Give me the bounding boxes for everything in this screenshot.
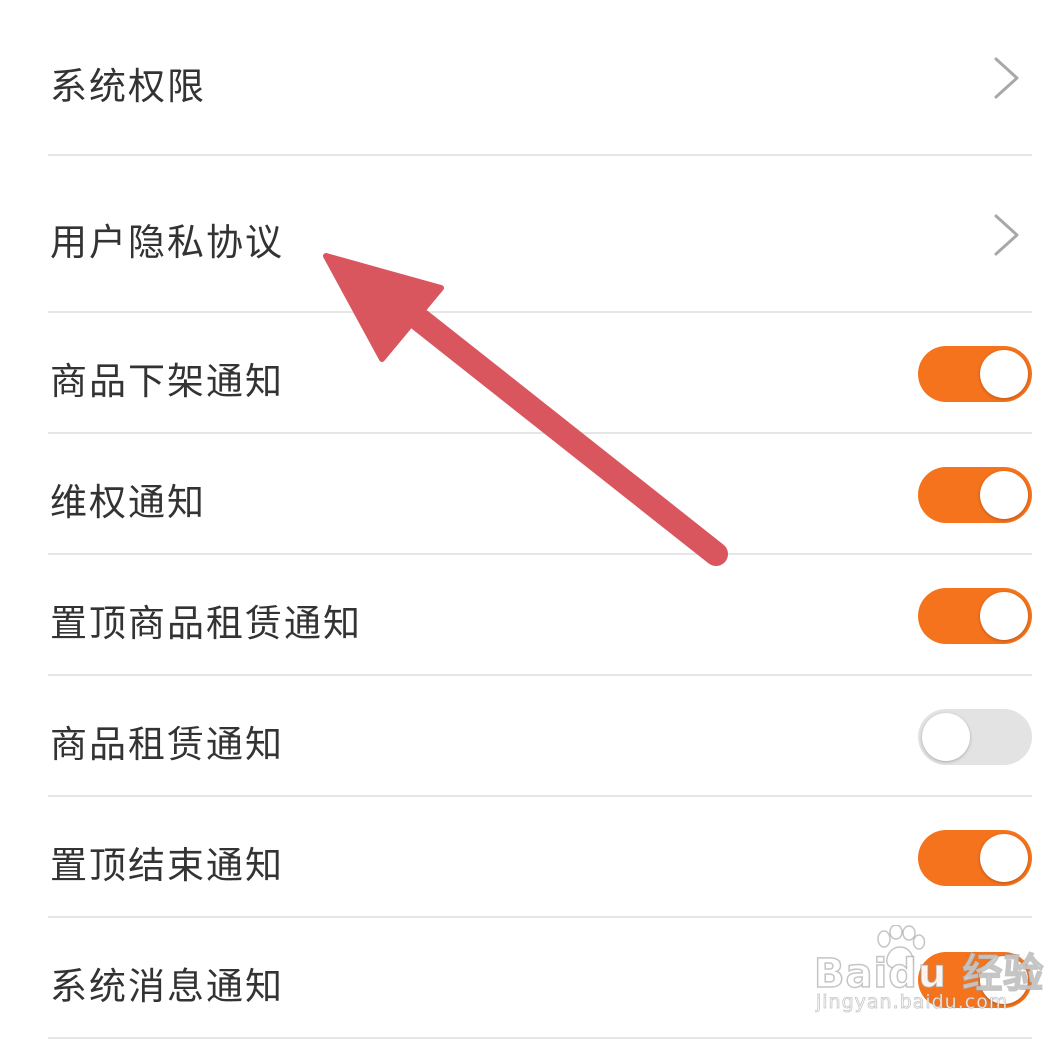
settings-row-label: 商品租赁通知	[50, 723, 284, 766]
toggle-knob	[922, 713, 970, 761]
chevron-right-icon	[994, 57, 1019, 99]
settings-row-label: 置顶结束通知	[50, 844, 284, 887]
toggle-knob	[980, 956, 1028, 1004]
settings-row-label: 系统权限	[50, 65, 206, 108]
settings-row-privacy-agreement[interactable]: 用户隐私协议	[48, 156, 1032, 313]
settings-row-rental-notice: 商品租赁通知	[48, 676, 1032, 797]
toggle-knob	[980, 834, 1028, 882]
rental-notice-toggle[interactable]	[918, 709, 1032, 765]
settings-row-delisting-notice: 商品下架通知	[48, 313, 1032, 434]
rights-protection-notice-toggle[interactable]	[918, 467, 1032, 523]
settings-row-system-permissions[interactable]: 系统权限	[48, 0, 1032, 156]
settings-row-rights-protection-notice: 维权通知	[48, 434, 1032, 555]
delisting-notice-toggle[interactable]	[918, 346, 1032, 402]
toggle-knob	[980, 592, 1028, 640]
pinned-rental-notice-toggle[interactable]	[918, 588, 1032, 644]
settings-row-pin-end-notice: 置顶结束通知	[48, 797, 1032, 918]
toggle-knob	[980, 350, 1028, 398]
system-message-notice-toggle[interactable]	[918, 952, 1032, 1008]
settings-row-pinned-rental-notice: 置顶商品租赁通知	[48, 555, 1032, 676]
settings-row-label: 维权通知	[50, 481, 206, 524]
settings-row-system-message-notice: 系统消息通知	[48, 918, 1032, 1039]
pin-end-notice-toggle[interactable]	[918, 830, 1032, 886]
toggle-knob	[980, 471, 1028, 519]
settings-row-label: 置顶商品租赁通知	[50, 602, 362, 645]
settings-row-label: 系统消息通知	[50, 965, 284, 1008]
chevron-right-icon	[994, 214, 1019, 256]
settings-row-label: 商品下架通知	[50, 360, 284, 403]
settings-row-label: 用户隐私协议	[50, 221, 284, 264]
